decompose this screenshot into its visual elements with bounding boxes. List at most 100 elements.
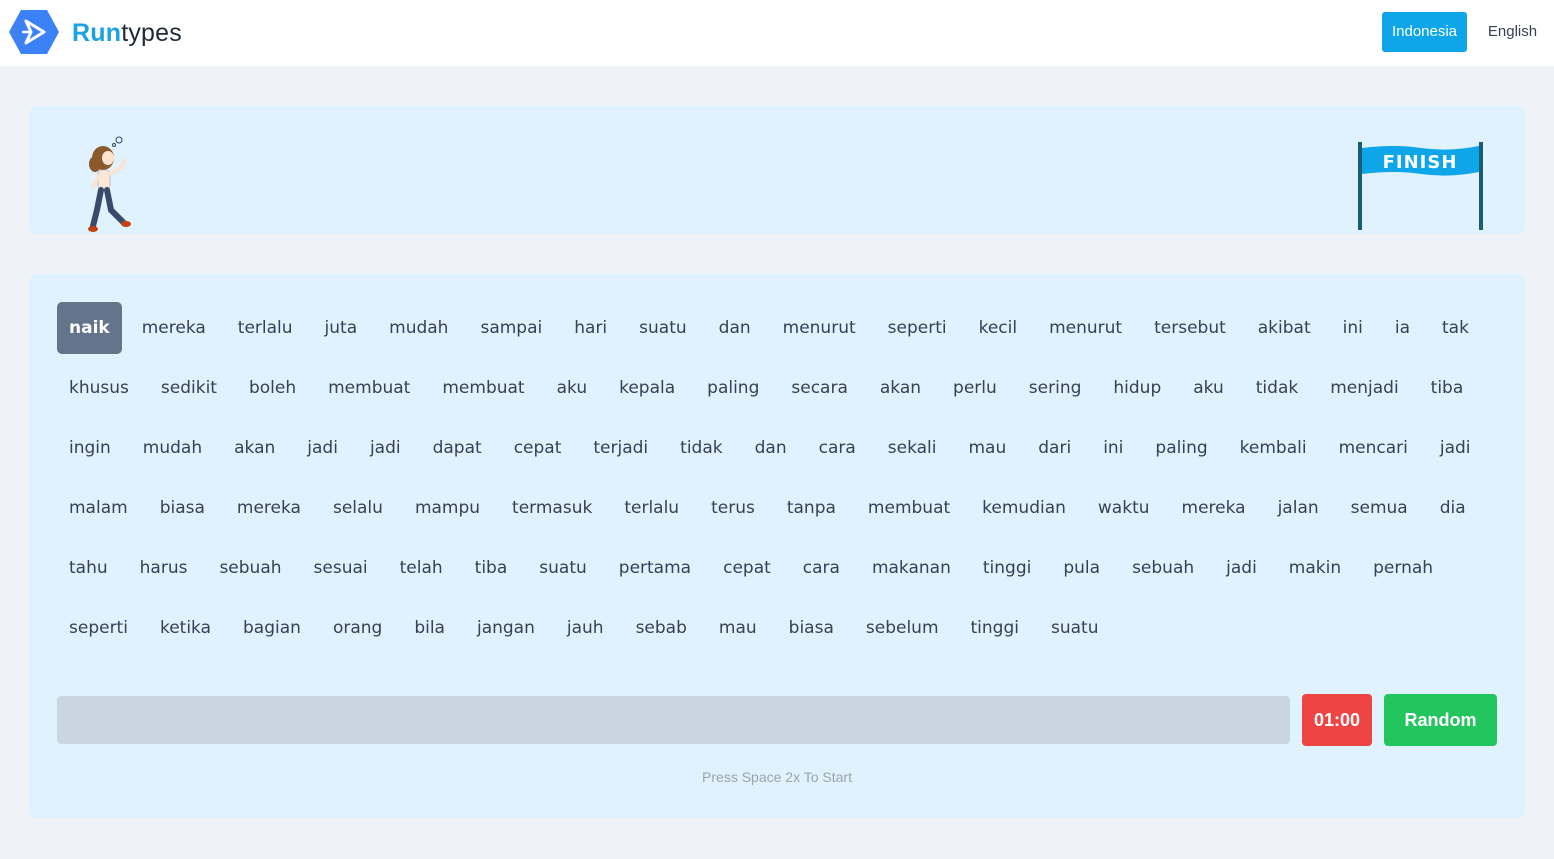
word-item: sebuah: [1132, 558, 1195, 578]
word-item: tiba: [474, 558, 508, 578]
word-item: mau: [718, 618, 757, 638]
top-navbar: Runtypes Indonesia English: [0, 0, 1554, 66]
word-item: suatu: [1050, 618, 1099, 638]
word-item: jadi: [307, 438, 338, 458]
word-item: paling: [707, 378, 760, 398]
timer-display: 01:00: [1302, 694, 1372, 746]
word-item: tidak: [1255, 378, 1299, 398]
word-item: dapat: [432, 438, 482, 458]
word-item: mudah: [142, 438, 203, 458]
word-item: tidak: [680, 438, 723, 458]
word-item: aku: [556, 378, 588, 398]
word-item: orang: [332, 618, 383, 638]
word-item: selalu: [332, 498, 383, 518]
word-item: tak: [1442, 318, 1469, 338]
word-item: sesuai: [313, 558, 368, 578]
word-item: tiba: [1430, 378, 1464, 398]
word-item: ia: [1394, 318, 1410, 338]
brand-name[interactable]: Runtypes: [72, 19, 182, 48]
word-item: menjadi: [1330, 378, 1399, 398]
finish-banner: FINISH: [1355, 140, 1485, 232]
word-item: pula: [1063, 558, 1101, 578]
word-item: kembali: [1239, 438, 1307, 458]
word-item: malam: [69, 498, 128, 518]
word-item: terlalu: [624, 498, 680, 518]
word-item: mereka: [236, 498, 301, 518]
word-item: ini: [1342, 318, 1363, 338]
word-item: mau: [968, 438, 1007, 458]
word-item: suatu: [539, 558, 587, 578]
word-item: akibat: [1257, 318, 1311, 338]
word-item: seperti: [887, 318, 947, 338]
word-item: jadi: [1226, 558, 1257, 578]
word-item: boleh: [248, 378, 297, 398]
word-item: makin: [1288, 558, 1342, 578]
word-item: tahu: [69, 558, 108, 578]
word-item: terlalu: [237, 318, 293, 338]
word-item: mereka: [141, 318, 206, 338]
brand-types: types: [121, 19, 182, 47]
start-hint: Press Space 2x To Start: [702, 769, 852, 785]
word-item: membuat: [328, 378, 411, 398]
current-word: naik: [57, 302, 122, 354]
word-item: cepat: [513, 438, 562, 458]
word-item: dia: [1439, 498, 1466, 518]
word-item: tinggi: [970, 618, 1019, 638]
word-item: terus: [711, 498, 755, 518]
word-item: biasa: [159, 498, 205, 518]
word-item: hidup: [1113, 378, 1162, 398]
word-item: sebab: [635, 618, 687, 638]
word-item: jauh: [566, 618, 604, 638]
word-item: bagian: [243, 618, 301, 638]
random-button[interactable]: Random: [1384, 694, 1497, 746]
word-item: menurut: [782, 318, 856, 338]
word-item: juta: [324, 318, 358, 338]
word-item: bila: [414, 618, 445, 638]
typing-input[interactable]: [57, 696, 1290, 744]
word-item: terjadi: [593, 438, 649, 458]
word-item: menurut: [1049, 318, 1123, 338]
typing-panel: naik mereka terlalu juta mudah sampai hari suat…: [29, 274, 1525, 818]
finish-label: FINISH: [1383, 152, 1458, 173]
word-item: sering: [1028, 378, 1082, 398]
word-item: pernah: [1373, 558, 1434, 578]
word-item: khusus: [69, 378, 129, 398]
word-item: aku: [1193, 378, 1224, 398]
word-item: sampai: [480, 318, 543, 338]
word-item: mereka: [1181, 498, 1246, 518]
word-item: jalan: [1277, 498, 1319, 518]
word-item: kepala: [619, 378, 676, 398]
word-item: cara: [802, 558, 840, 578]
word-item: secara: [791, 378, 848, 398]
word-item: biasa: [788, 618, 834, 638]
word-item: mudah: [389, 318, 449, 338]
word-item: harus: [139, 558, 188, 578]
word-item: akan: [234, 438, 276, 458]
word-item: tersebut: [1154, 318, 1226, 338]
word-item: dari: [1038, 438, 1072, 458]
language-indonesia-button[interactable]: Indonesia: [1382, 12, 1467, 52]
word-item: cara: [818, 438, 856, 458]
word-item: perlu: [953, 378, 997, 398]
word-item: makanan: [871, 558, 951, 578]
word-item: ketika: [159, 618, 212, 638]
word-item: semua: [1350, 498, 1408, 518]
word-item: dan: [754, 438, 787, 458]
word-item: sebuah: [219, 558, 282, 578]
word-item: waktu: [1097, 498, 1150, 518]
word-item: paling: [1155, 438, 1208, 458]
word-item: membuat: [442, 378, 525, 398]
word-item: kemudian: [982, 498, 1066, 518]
word-item: tinggi: [982, 558, 1032, 578]
runtypes-logo-icon[interactable]: [9, 9, 59, 55]
word-item: tanpa: [786, 498, 836, 518]
word-item: akan: [879, 378, 922, 398]
finish-banner-icon: FINISH: [1358, 142, 1483, 230]
word-item: termasuk: [512, 498, 593, 518]
word-item: ingin: [69, 438, 111, 458]
word-item: hari: [574, 318, 608, 338]
language-english-button[interactable]: English: [1480, 12, 1545, 52]
word-item: telah: [399, 558, 443, 578]
word-item: mencari: [1338, 438, 1408, 458]
word-item: suatu: [639, 318, 687, 338]
